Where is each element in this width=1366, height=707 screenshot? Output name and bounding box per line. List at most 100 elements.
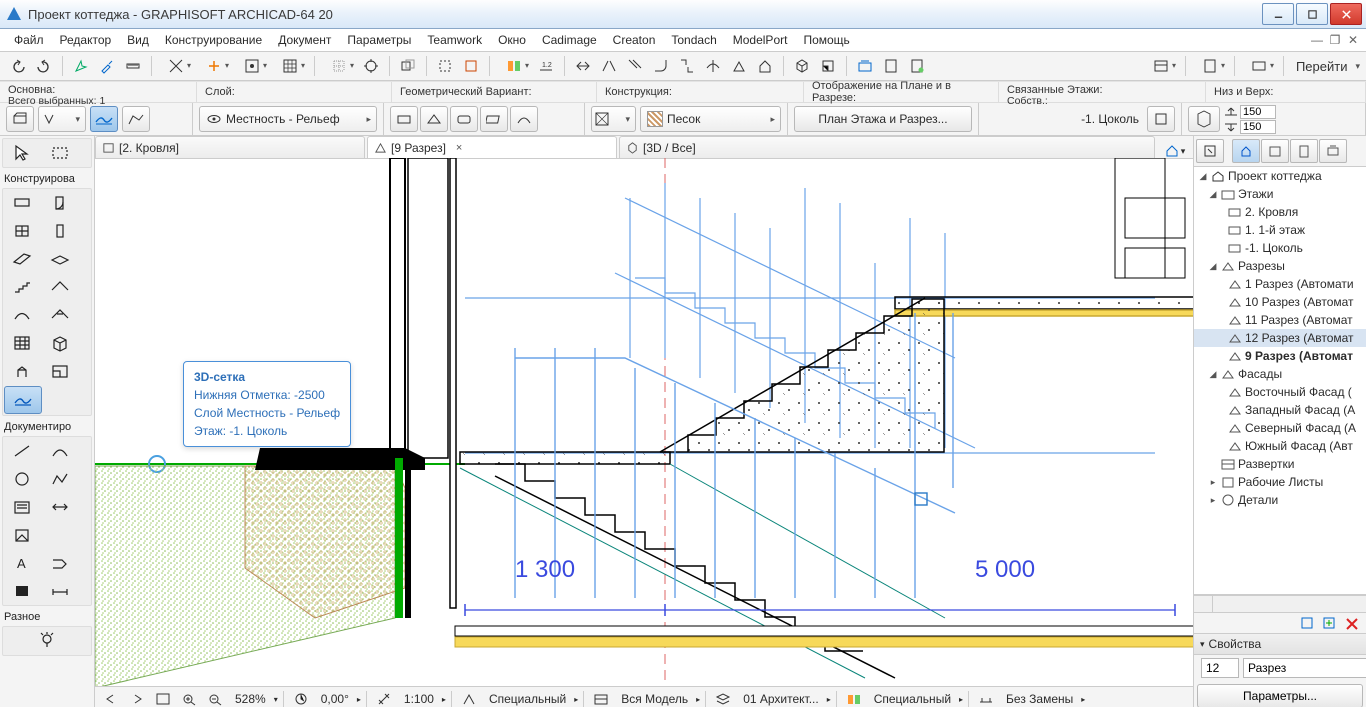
element-snap-button[interactable] <box>359 54 383 78</box>
tree-sections[interactable]: ◢Разрезы <box>1194 257 1366 275</box>
menu-view[interactable]: Вид <box>119 31 157 49</box>
layout-button[interactable] <box>879 54 903 78</box>
eyedropper-button[interactable] <box>95 54 119 78</box>
construction-type-button[interactable] <box>591 106 636 132</box>
tab-9-section[interactable]: [9 Разрез]× <box>367 136 617 158</box>
dimension-tool[interactable] <box>42 578 78 604</box>
nav-tab-views[interactable] <box>1261 139 1289 163</box>
new-view-icon[interactable] <box>1300 616 1316 630</box>
arc-tool[interactable] <box>42 438 78 464</box>
tree-floor-1[interactable]: 1. 1-й этаж <box>1194 221 1366 239</box>
dim-style-value[interactable]: Без Замены <box>1000 692 1079 706</box>
top-offset-input[interactable] <box>1240 105 1276 119</box>
stair-tool[interactable] <box>4 274 40 300</box>
snap-point-button[interactable] <box>234 54 270 78</box>
bottom-offset-input[interactable] <box>1240 120 1276 134</box>
layer-combo-icon[interactable] <box>711 689 735 707</box>
intersect-button[interactable] <box>623 54 647 78</box>
doc-close-button[interactable]: ✕ <box>1346 33 1360 47</box>
nav-tab-popup[interactable] <box>1196 139 1224 163</box>
geom-method-4[interactable] <box>480 106 508 132</box>
home-view-button[interactable] <box>753 54 777 78</box>
dim-style-icon[interactable] <box>974 689 998 707</box>
undo-button[interactable] <box>6 54 30 78</box>
object-tool[interactable] <box>4 358 40 384</box>
geom-method-3[interactable] <box>450 106 478 132</box>
model-view-icon[interactable] <box>589 689 613 707</box>
drawing-area[interactable]: [2. Кровля] [9 Разрез]× [3D / Все] ▾ <box>95 136 1193 707</box>
tree-facade-e[interactable]: Восточный Фасад ( <box>1194 383 1366 401</box>
door-tool[interactable] <box>42 190 78 216</box>
orientation-button[interactable] <box>289 689 313 707</box>
tree-section-1[interactable]: 1 Разрез (Автомати <box>1194 275 1366 293</box>
slab-tool[interactable] <box>42 246 78 272</box>
tree-floor-0[interactable]: -1. Цоколь <box>1194 239 1366 257</box>
adjust-button[interactable] <box>597 54 621 78</box>
renovation-filter-button[interactable] <box>496 54 532 78</box>
layer-combo-value[interactable]: 01 Архитект... <box>737 692 825 706</box>
tree-section-10[interactable]: 10 Разрез (Автомат <box>1194 293 1366 311</box>
grid-snap-button[interactable] <box>272 54 308 78</box>
favorites-button[interactable] <box>1192 54 1228 78</box>
column-tool[interactable] <box>42 218 78 244</box>
tab-home-icon[interactable] <box>1165 144 1179 158</box>
curtainwall-tool[interactable] <box>4 330 40 356</box>
suspend-groups-button[interactable] <box>396 54 420 78</box>
menu-help[interactable]: Помощь <box>795 31 857 49</box>
section-tool[interactable] <box>42 494 78 520</box>
zoom-in-button[interactable] <box>177 689 201 707</box>
tree-root[interactable]: ◢Проект коттеджа <box>1194 167 1366 185</box>
arrow-tool[interactable] <box>4 140 40 166</box>
menu-construction[interactable]: Конструирование <box>157 31 270 49</box>
marquee-tool[interactable] <box>42 140 78 166</box>
scale-button[interactable] <box>372 689 396 707</box>
menu-modelport[interactable]: ModelPort <box>725 31 796 49</box>
text-tool[interactable]: A <box>4 550 40 576</box>
story-link-button[interactable] <box>1147 106 1175 132</box>
goto-link[interactable]: Перейти <box>1290 59 1354 74</box>
dimension-settings-button[interactable]: 1.2 <box>534 54 558 78</box>
tree-facades[interactable]: ◢Фасады <box>1194 365 1366 383</box>
wall-tool[interactable] <box>4 190 40 216</box>
add-icon[interactable] <box>1322 616 1338 630</box>
fill-tool[interactable] <box>4 578 40 604</box>
trim-button[interactable] <box>701 54 725 78</box>
reno-filter-value[interactable]: Специальный <box>868 692 957 706</box>
geom-method-1[interactable] <box>390 106 418 132</box>
tree-details[interactable]: ▸Детали <box>1194 491 1366 509</box>
lamp-tool[interactable] <box>4 628 90 654</box>
line-tool[interactable] <box>4 438 40 464</box>
menu-document[interactable]: Документ <box>270 31 339 49</box>
solid-ops-button[interactable] <box>727 54 751 78</box>
menu-tondach[interactable]: Tondach <box>663 31 724 49</box>
reno-filter-icon[interactable] <box>842 689 866 707</box>
circle-tool[interactable] <box>4 466 40 492</box>
zoom-prev-button[interactable] <box>99 689 123 707</box>
geometry-method-alt[interactable] <box>122 106 150 132</box>
fillet-button[interactable] <box>649 54 673 78</box>
label-tool[interactable] <box>42 550 78 576</box>
tree-facade-s[interactable]: Южный Фасад (Авт <box>1194 437 1366 455</box>
layer-selector[interactable]: Местность - Рельеф <box>199 106 377 132</box>
mesh-tool[interactable] <box>4 386 42 414</box>
polyline-tool[interactable] <box>42 466 78 492</box>
measure-button[interactable] <box>121 54 145 78</box>
nav-tab-publisher[interactable] <box>1319 139 1347 163</box>
mesh-tool-active[interactable] <box>90 106 118 132</box>
attributes-button[interactable] <box>1143 54 1179 78</box>
window-tool[interactable] <box>4 218 40 244</box>
open-3d-button[interactable] <box>790 54 814 78</box>
model-view-value[interactable]: Вся Модель <box>615 692 694 706</box>
floor-plan-button[interactable] <box>816 54 840 78</box>
menu-options[interactable]: Параметры <box>339 31 419 49</box>
guide-lines-button[interactable] <box>158 54 194 78</box>
tree-section-11[interactable]: 11 Разрез (Автомат <box>1194 311 1366 329</box>
tab-3d-all[interactable]: [3D / Все] <box>619 136 1155 158</box>
tree-section-9[interactable]: 9 Разрез (Автомат <box>1194 347 1366 365</box>
maximize-button[interactable] <box>1296 3 1328 25</box>
morph-tool[interactable] <box>42 330 78 356</box>
grid-display-button[interactable] <box>321 54 357 78</box>
snap-guides-button[interactable] <box>196 54 232 78</box>
menu-cadimage[interactable]: Cadimage <box>534 31 605 49</box>
tab-close-icon[interactable]: × <box>456 142 462 154</box>
